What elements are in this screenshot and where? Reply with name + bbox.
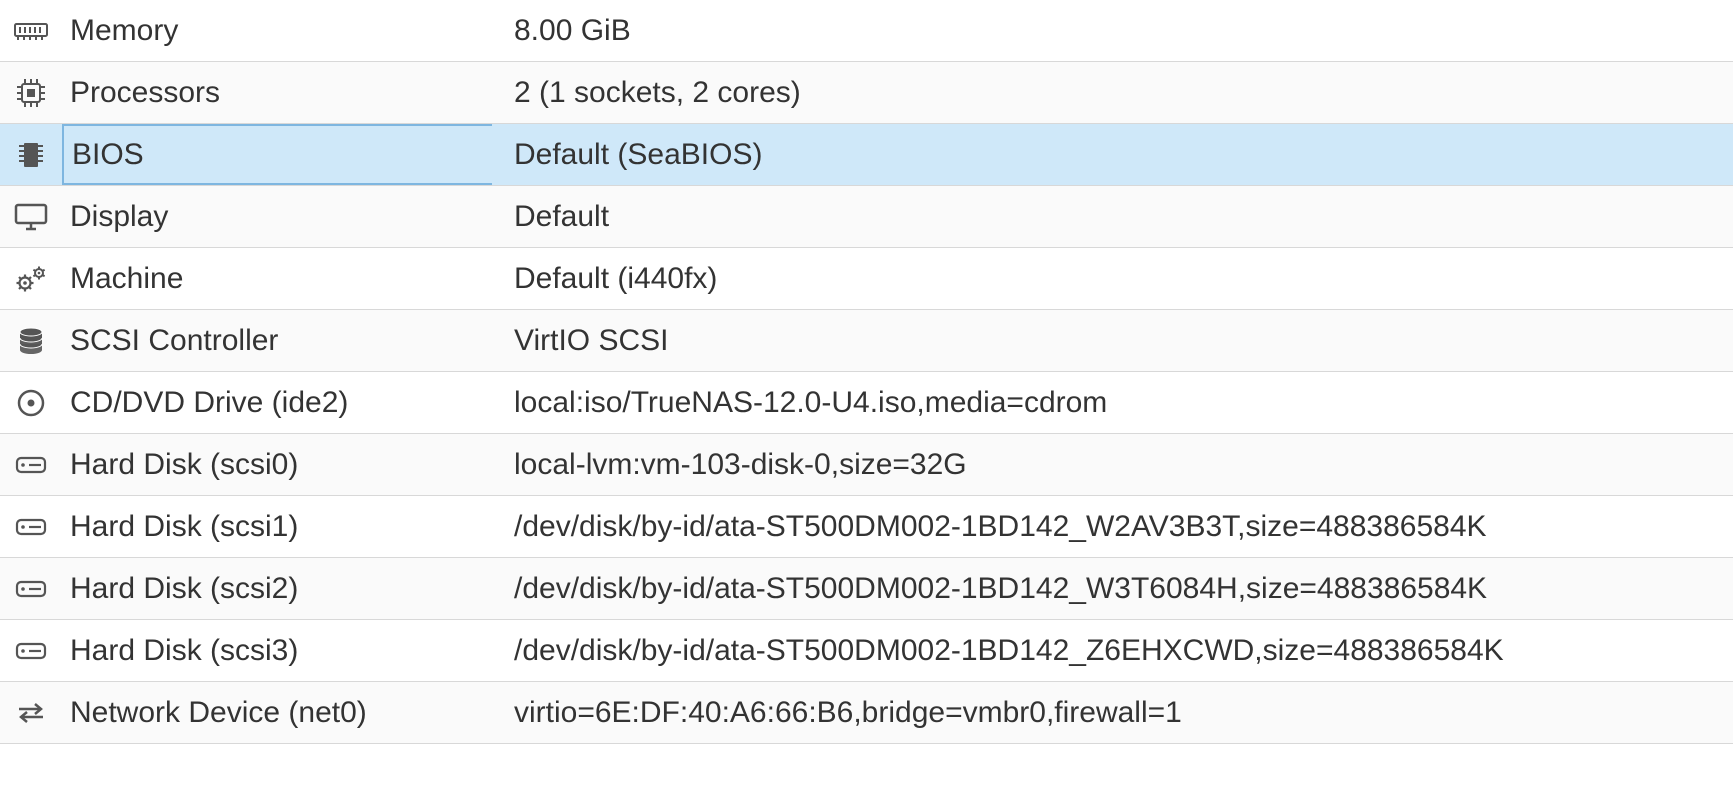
table-row[interactable]: Hard Disk (scsi2)/dev/disk/by-id/ata-ST5… [0,558,1733,620]
hardware-item-value: 8.00 GiB [492,14,1733,48]
hardware-item-label: Display [62,186,492,247]
database-icon [0,326,62,356]
table-row[interactable]: BIOSDefault (SeaBIOS) [0,124,1733,186]
network-icon [0,701,62,725]
hardware-item-label: Hard Disk (scsi3) [62,620,492,681]
bios-chip-icon [0,139,62,171]
hardware-item-value: /dev/disk/by-id/ata-ST500DM002-1BD142_Z6… [492,634,1733,668]
hardware-item-label: CD/DVD Drive (ide2) [62,372,492,433]
table-row[interactable]: DisplayDefault [0,186,1733,248]
table-row[interactable]: CD/DVD Drive (ide2)local:iso/TrueNAS-12.… [0,372,1733,434]
table-row[interactable]: Hard Disk (scsi0)local-lvm:vm-103-disk-0… [0,434,1733,496]
hardware-item-value: Default (SeaBIOS) [492,138,1733,172]
hdd-icon [0,577,62,601]
hardware-item-label: BIOS [62,124,492,185]
hardware-item-label: Hard Disk (scsi1) [62,496,492,557]
hardware-item-label: Hard Disk (scsi2) [62,558,492,619]
hdd-icon [0,639,62,663]
hardware-item-value: Default [492,200,1733,234]
hardware-item-value: /dev/disk/by-id/ata-ST500DM002-1BD142_W3… [492,572,1733,606]
hdd-icon [0,515,62,539]
hardware-item-label: Processors [62,62,492,123]
display-icon [0,203,62,231]
hardware-item-value: VirtIO SCSI [492,324,1733,358]
hardware-item-label: Network Device (net0) [62,682,492,743]
table-row[interactable]: Network Device (net0)virtio=6E:DF:40:A6:… [0,682,1733,744]
table-row[interactable]: Hard Disk (scsi1)/dev/disk/by-id/ata-ST5… [0,496,1733,558]
hardware-item-value: virtio=6E:DF:40:A6:66:B6,bridge=vmbr0,fi… [492,696,1733,730]
disc-icon [0,388,62,418]
table-row[interactable]: Hard Disk (scsi3)/dev/disk/by-id/ata-ST5… [0,620,1733,682]
hardware-item-label: Hard Disk (scsi0) [62,434,492,495]
hardware-item-label: Memory [62,0,492,61]
table-row[interactable]: Memory8.00 GiB [0,0,1733,62]
table-row[interactable]: Processors2 (1 sockets, 2 cores) [0,62,1733,124]
gears-icon [0,264,62,294]
hardware-item-label: Machine [62,248,492,309]
hdd-icon [0,453,62,477]
hardware-item-value: local:iso/TrueNAS-12.0-U4.iso,media=cdro… [492,386,1733,420]
hardware-item-value: Default (i440fx) [492,262,1733,296]
hardware-item-value: /dev/disk/by-id/ata-ST500DM002-1BD142_W2… [492,510,1733,544]
table-row[interactable]: MachineDefault (i440fx) [0,248,1733,310]
table-row[interactable]: SCSI ControllerVirtIO SCSI [0,310,1733,372]
hardware-item-label: SCSI Controller [62,310,492,371]
memory-icon [0,21,62,41]
cpu-icon [0,77,62,109]
hardware-item-value: local-lvm:vm-103-disk-0,size=32G [492,448,1733,482]
hardware-item-value: 2 (1 sockets, 2 cores) [492,76,1733,110]
hardware-table: Memory8.00 GiB [0,0,1733,744]
